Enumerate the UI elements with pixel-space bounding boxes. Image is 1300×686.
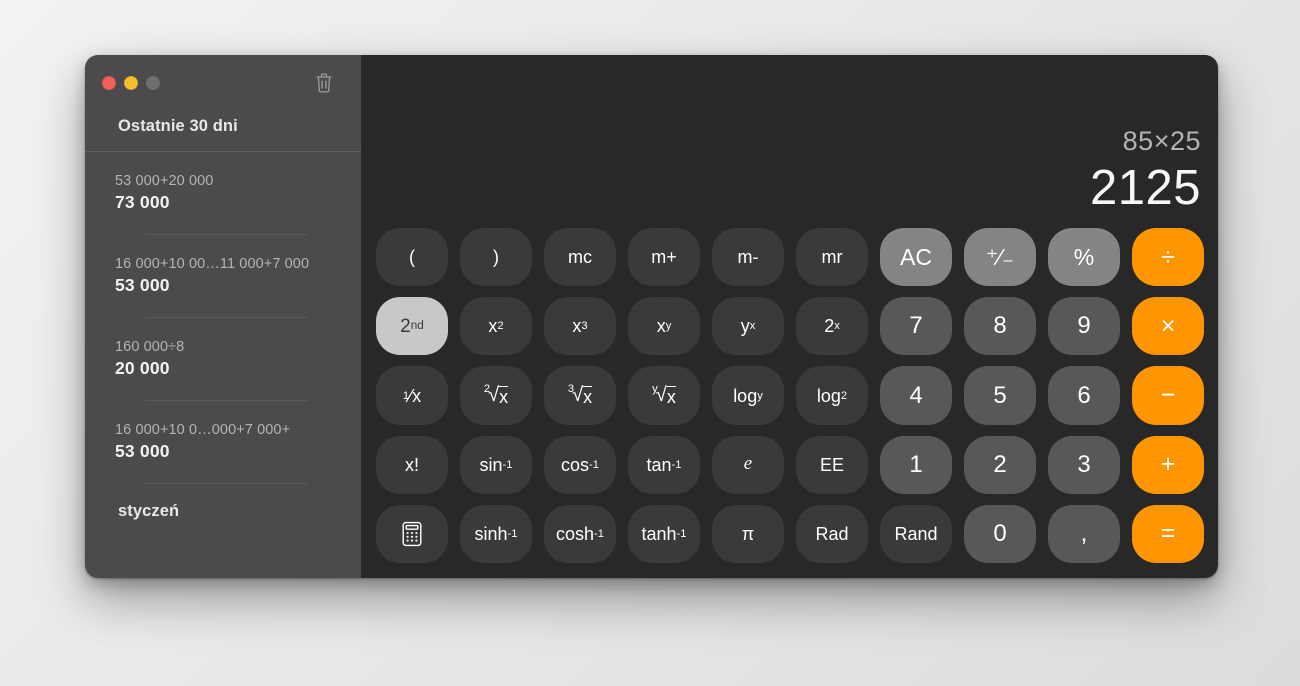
key-decimal-comma[interactable]: , — [1048, 504, 1120, 564]
key-digit-2[interactable]: 2 — [964, 435, 1036, 494]
key-arcsine[interactable]: sin -1 — [460, 435, 532, 494]
sidebar-header-title: Ostatnie 30 dni — [118, 117, 238, 135]
keypad-row: x! sin -1 cos -1 tan -1 e EE 1 2 3 + — [376, 435, 1204, 494]
key-equals[interactable]: = — [1132, 504, 1204, 564]
key-add[interactable]: + — [1132, 435, 1204, 494]
key-arccosine[interactable]: cos -1 — [544, 435, 616, 494]
key-x-squared[interactable]: x2 — [460, 297, 532, 356]
history-result: 73 000 — [115, 192, 170, 212]
key-two-power-x[interactable]: 2x — [796, 297, 868, 356]
history-sidebar: Ostatnie 30 dni 53 000+20 000 73 000 16 00… — [85, 55, 362, 578]
key-digit-8[interactable]: 8 — [964, 297, 1036, 356]
key-y-power-x[interactable]: yx — [712, 297, 784, 356]
keypad-grid: () mc m+ m-mr AC ⁺∕₋% ÷ 2nd x 2 x 3 x y y x 2 x 7 8 9 × 1 ⁄x 2 √ x… — [362, 228, 1218, 578]
display-result: 2125 — [1089, 160, 1201, 215]
history-result: 20 000 — [115, 358, 170, 378]
key-multiply[interactable]: × — [1132, 297, 1204, 356]
key-arctangent[interactable]: tan -1 — [628, 435, 700, 494]
calculator-display: 85×25 2125 — [362, 55, 1218, 228]
key-digit-9[interactable]: 9 — [1048, 297, 1120, 356]
key-paren-open[interactable]: ( — [376, 228, 448, 287]
history-month-label: styczeń — [118, 502, 180, 520]
key-random[interactable]: Rand — [880, 504, 952, 564]
key-square-root[interactable]: 2 √ x — [460, 366, 532, 425]
key-second-function[interactable]: 2nd — [376, 297, 448, 356]
key-factorial[interactable]: x! — [376, 435, 448, 494]
key-all-clear[interactable]: AC — [880, 228, 952, 287]
key-digit-3[interactable]: 3 — [1048, 435, 1120, 494]
keypad-row: sinh -1 cosh -1 tanh -1 π Rad Rand 0, = — [376, 504, 1204, 564]
keypad-row: () mc m+ m-mr AC ⁺∕₋% ÷ — [376, 228, 1204, 287]
history-item[interactable]: 16 000+10 00…11 000+7 000 53 000 — [85, 235, 361, 318]
key-memory-clear[interactable]: mc — [544, 228, 616, 287]
key-digit-5[interactable]: 5 — [964, 366, 1036, 425]
key-euler-number[interactable]: e — [712, 435, 784, 494]
history-item[interactable]: 53 000+20 000 73 000 — [85, 152, 361, 235]
key-paren-close[interactable]: ) — [460, 228, 532, 287]
history-expression: 53 000+20 000 — [115, 173, 214, 189]
history-separator — [145, 483, 308, 484]
key-arc-sinh[interactable]: sinh -1 — [460, 504, 532, 564]
zoom-button[interactable] — [146, 76, 160, 90]
history-item[interactable]: 160 000÷8 20 000 — [85, 318, 361, 401]
key-memory-sub[interactable]: m- — [712, 228, 784, 287]
key-nth-root[interactable]: y √ x — [628, 366, 700, 425]
key-digit-1[interactable]: 1 — [880, 435, 952, 494]
key-divide[interactable]: ÷ — [1132, 228, 1204, 287]
history-expression: 16 000+10 00…11 000+7 000 — [115, 256, 310, 272]
calculator-window: Ostatnie 30 dni 53 000+20 000 73 000 16 00… — [85, 55, 1218, 578]
key-memory-add[interactable]: m+ — [628, 228, 700, 287]
key-memory-recall[interactable]: mr — [796, 228, 868, 287]
key-reciprocal[interactable]: 1 ⁄x — [376, 366, 448, 425]
key-exponent-ee[interactable]: EE — [796, 435, 868, 494]
keypad-row: 1 ⁄x 2 √ x 3 √ x y √ x log y log 2 4 5 6− — [376, 366, 1204, 425]
key-x-cubed[interactable]: x3 — [544, 297, 616, 356]
minimize-button[interactable] — [124, 76, 138, 90]
history-result: 53 000 — [115, 441, 170, 461]
window-titlebar — [85, 55, 361, 111]
traffic-light-group — [102, 76, 160, 90]
key-digit-0[interactable]: 0 — [964, 504, 1036, 564]
key-subtract[interactable]: − — [1132, 366, 1204, 425]
key-log-base-y[interactable]: log y — [712, 366, 784, 425]
key-arc-tanh[interactable]: tanh -1 — [628, 504, 700, 564]
key-x-power-y[interactable]: xy — [628, 297, 700, 356]
trash-icon[interactable] — [313, 71, 335, 95]
display-expression: 85×25 — [1122, 125, 1201, 156]
key-pi[interactable]: π — [712, 504, 784, 564]
calculator-icon — [401, 521, 423, 547]
key-digit-7[interactable]: 7 — [880, 297, 952, 356]
history-expression: 160 000÷8 — [115, 339, 185, 355]
history-list[interactable]: 53 000+20 000 73 000 16 000+10 00…11 000+7… — [85, 152, 361, 578]
key-cube-root[interactable]: 3 √ x — [544, 366, 616, 425]
key-log-base-2[interactable]: log 2 — [796, 366, 868, 425]
key-digit-4[interactable]: 4 — [880, 366, 952, 425]
calculator-panel: 85×25 2125 () mc m+ m-mr AC ⁺∕₋% ÷ 2nd x 2 x 3 x y y x 2… — [362, 55, 1218, 578]
key-digit-6[interactable]: 6 — [1048, 366, 1120, 425]
key-sign-toggle[interactable]: ⁺∕₋ — [964, 228, 1036, 287]
key-radians-toggle[interactable]: Rad — [796, 504, 868, 564]
close-button[interactable] — [102, 76, 116, 90]
key-calculator-mode[interactable] — [376, 504, 448, 564]
history-item[interactable]: 16 000+10 0…000+7 000+ 53 000 — [85, 401, 361, 484]
history-result: 53 000 — [115, 275, 170, 295]
key-percent[interactable]: % — [1048, 228, 1120, 287]
keypad-row: 2nd x 2 x 3 x y y x 2 x 7 8 9 × — [376, 297, 1204, 356]
key-arc-cosh[interactable]: cosh -1 — [544, 504, 616, 564]
history-expression: 16 000+10 0…000+7 000+ — [115, 422, 291, 438]
